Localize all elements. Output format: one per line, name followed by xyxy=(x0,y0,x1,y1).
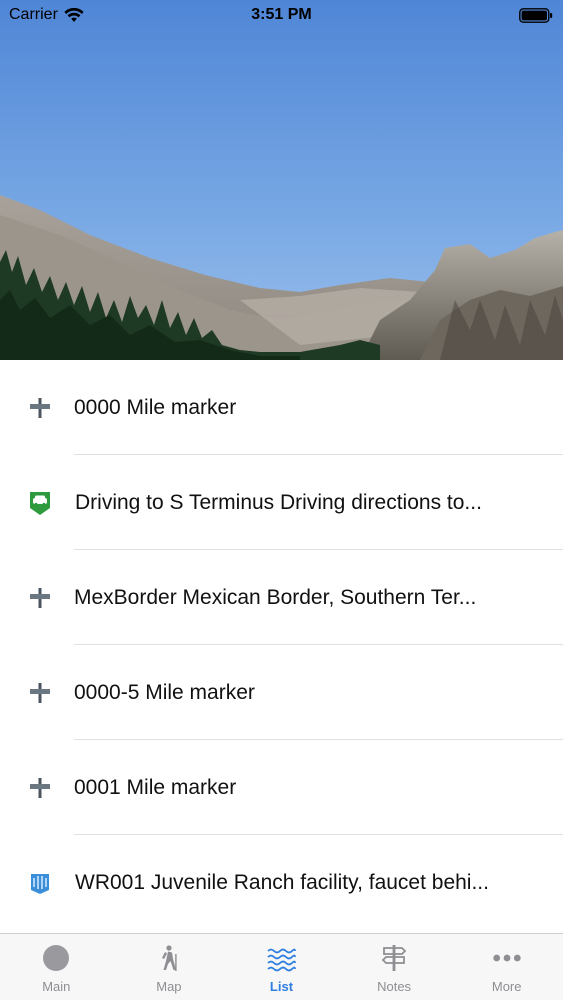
waypoint-list[interactable]: 0000 Mile marker Driving to S Terminus D… xyxy=(0,360,563,933)
header-landscape-photo xyxy=(0,0,563,360)
list-item[interactable]: 0000-5 Mile marker xyxy=(0,645,563,740)
list-item[interactable]: 0001 Mile marker xyxy=(0,740,563,835)
car-sign-icon xyxy=(27,490,53,516)
list-item-label: 0001 Mile marker xyxy=(74,775,237,799)
battery-icon xyxy=(519,7,553,23)
tab-map[interactable]: Map xyxy=(113,934,226,1000)
tab-list[interactable]: List xyxy=(225,934,338,1000)
water-source-icon xyxy=(27,870,53,896)
list-item-label: 0000 Mile marker xyxy=(74,395,237,419)
signpost-icon xyxy=(379,943,409,973)
list-item-label: Driving to S Terminus Driving directions… xyxy=(75,490,482,514)
tab-label: More xyxy=(491,979,522,994)
waves-icon xyxy=(266,943,297,973)
status-time: 3:51 PM xyxy=(251,6,312,23)
tab-bar: Main Map List Notes More xyxy=(0,933,563,1000)
mile-marker-icon xyxy=(27,395,53,421)
circle-icon xyxy=(41,943,71,973)
tab-label: List xyxy=(269,979,294,994)
status-left: Carrier xyxy=(9,6,84,24)
list-item-label: WR001 Juvenile Ranch facility, faucet be… xyxy=(75,870,489,894)
list-item-label: MexBorder Mexican Border, Southern Ter..… xyxy=(74,585,477,609)
list-item[interactable]: 0000 Mile marker xyxy=(0,360,563,455)
tab-more[interactable]: More xyxy=(450,934,563,1000)
carrier-label: Carrier xyxy=(9,6,58,23)
tab-notes[interactable]: Notes xyxy=(338,934,451,1000)
wifi-icon xyxy=(64,7,84,23)
more-dots-icon xyxy=(492,943,522,973)
mile-marker-icon xyxy=(27,585,53,611)
list-item[interactable]: Driving to S Terminus Driving directions… xyxy=(0,455,563,550)
mile-marker-icon xyxy=(27,775,53,801)
list-item-label: 0000-5 Mile marker xyxy=(74,680,255,704)
tab-label: Main xyxy=(42,979,71,994)
list-item[interactable]: WR001 Juvenile Ranch facility, faucet be… xyxy=(0,835,563,930)
list-item[interactable]: MexBorder Mexican Border, Southern Ter..… xyxy=(0,550,563,645)
tab-label: Notes xyxy=(377,979,412,994)
status-bar: Carrier 3:51 PM xyxy=(0,0,563,30)
tab-main[interactable]: Main xyxy=(0,934,113,1000)
hiker-icon xyxy=(154,943,184,973)
mile-marker-icon xyxy=(27,680,53,706)
tab-label: Map xyxy=(156,979,182,994)
